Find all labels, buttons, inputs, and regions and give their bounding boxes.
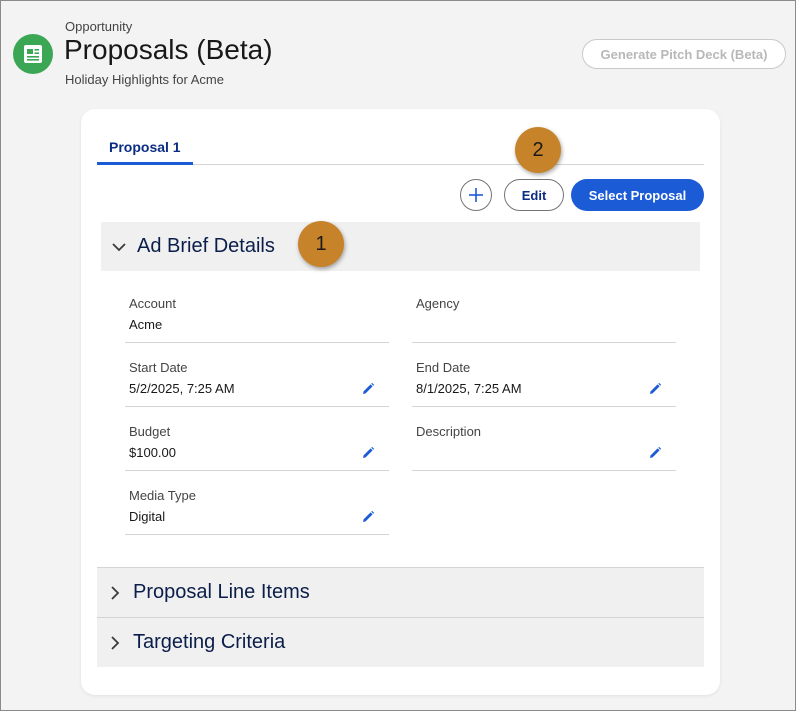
pencil-icon[interactable] (648, 382, 662, 396)
pencil-icon[interactable] (361, 382, 375, 396)
section-targeting-toggle[interactable]: Targeting Criteria (97, 617, 704, 667)
chevron-right-icon (97, 585, 133, 600)
field-label: Agency (416, 296, 460, 311)
tab-proposal-1[interactable]: Proposal 1 (97, 131, 193, 165)
pencil-icon[interactable] (648, 446, 662, 460)
edit-button[interactable]: Edit (504, 179, 564, 211)
section-ad-brief-label: Ad Brief Details (137, 235, 275, 257)
add-proposal-button[interactable] (460, 179, 492, 211)
generate-pitch-deck-button[interactable]: Generate Pitch Deck (Beta) (582, 39, 786, 69)
field-label: Description (416, 424, 482, 439)
page-header: Opportunity Proposals (Beta) Holiday Hig… (1, 1, 795, 101)
end-date-field: End Date 8/1/2025, 7:25 AM (412, 360, 676, 407)
account-field: Account Acme (125, 296, 389, 343)
callout-badge-1: 1 (298, 221, 344, 267)
section-targeting-label: Targeting Criteria (133, 631, 286, 653)
media-type-field: Media Type Digital (125, 488, 389, 535)
page-title: Proposals (Beta) (64, 34, 273, 65)
pencil-icon[interactable] (361, 510, 375, 524)
section-line-items-label: Proposal Line Items (133, 581, 310, 603)
proposal-app-icon (13, 34, 53, 74)
tab-bar: Proposal 1 (97, 131, 704, 165)
object-label: Opportunity (65, 19, 133, 34)
field-value: 5/2/2025, 7:25 AM (129, 381, 235, 396)
field-label: Budget (129, 424, 171, 439)
proposal-card: Proposal 1 Edit Select Proposal Ad Brief… (81, 109, 720, 695)
select-proposal-button[interactable]: Select Proposal (571, 179, 704, 211)
field-label: End Date (416, 360, 471, 375)
plus-icon (469, 188, 483, 202)
field-label: Media Type (129, 488, 196, 503)
field-label: Start Date (129, 360, 188, 375)
start-date-field: Start Date 5/2/2025, 7:25 AM (125, 360, 389, 407)
field-value: 8/1/2025, 7:25 AM (416, 381, 522, 396)
section-line-items-toggle[interactable]: Proposal Line Items (97, 567, 704, 617)
description-field: Description (412, 424, 676, 471)
proposal-toolbar: Edit Select Proposal (460, 179, 705, 211)
section-ad-brief-toggle[interactable]: Ad Brief Details (101, 222, 700, 271)
field-label: Account (129, 296, 176, 311)
field-value: $100.00 (129, 445, 176, 460)
pencil-icon[interactable] (361, 446, 375, 460)
field-value: Digital (129, 509, 166, 524)
record-subtitle: Holiday Highlights for Acme (65, 72, 224, 87)
chevron-down-icon (101, 242, 137, 252)
callout-badge-2: 2 (515, 127, 561, 173)
chevron-right-icon (97, 635, 133, 650)
field-value: Acme (129, 317, 163, 332)
agency-field: Agency (412, 296, 676, 343)
budget-field: Budget $100.00 (125, 424, 389, 471)
